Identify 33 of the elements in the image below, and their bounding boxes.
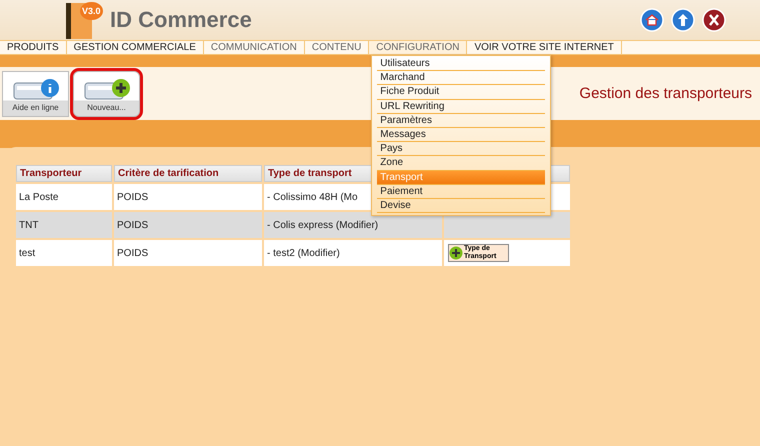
table-cell: POIDS — [114, 240, 262, 266]
nav-menu-item[interactable]: PRODUITS — [0, 41, 67, 54]
dropdown-menu-item[interactable]: Pays — [377, 142, 546, 156]
home-icon[interactable] — [640, 8, 664, 32]
dropdown-menu-item[interactable]: URL Rewriting — [377, 100, 546, 114]
table-cell: TNT — [16, 212, 112, 238]
page-title: Gestion des transporteurs — [579, 85, 752, 102]
dropdown-menu-item[interactable]: Messages — [377, 128, 546, 142]
column-header: Transporteur — [16, 165, 112, 182]
dropdown-menu-item[interactable]: Paramètres — [377, 114, 546, 128]
table-cell: - test2 (Modifier) — [264, 240, 442, 266]
close-icon[interactable] — [702, 8, 726, 32]
dropdown-menu-item[interactable]: Devise — [377, 199, 546, 214]
table-cell: - Colis express (Modifier) — [264, 212, 442, 238]
column-header: Critère de tarification — [114, 165, 262, 182]
window-add-icon — [82, 76, 130, 102]
nav-menu-item[interactable]: COMMUNICATION — [204, 41, 305, 54]
table-cell: test — [16, 240, 112, 266]
nav-menu-item[interactable]: CONFIGURATION — [369, 41, 468, 54]
toolbar-button[interactable]: Aide en ligne — [2, 70, 69, 116]
table-cell: POIDS — [114, 212, 262, 238]
dropdown-menu-item[interactable]: Paiement — [377, 184, 546, 200]
window-info-icon — [12, 76, 60, 102]
dropdown-menu-item[interactable]: Utilisateurs — [377, 57, 546, 72]
table-cell: POIDS — [114, 184, 262, 210]
dropdown-menu-item[interactable]: Fiche Produit — [377, 85, 546, 100]
version-badge: V3.0 — [80, 2, 103, 20]
nav-menu-item[interactable]: VOIR VOTRE SITE INTERNET — [467, 41, 622, 54]
dropdown-menu-item[interactable]: Marchand — [377, 71, 546, 86]
nav-menu-item[interactable]: GESTION COMMERCIALE — [66, 41, 204, 54]
plus-icon — [449, 246, 463, 260]
table-cell: La Poste — [16, 184, 112, 210]
brand-name: ID Commerce — [110, 7, 252, 33]
